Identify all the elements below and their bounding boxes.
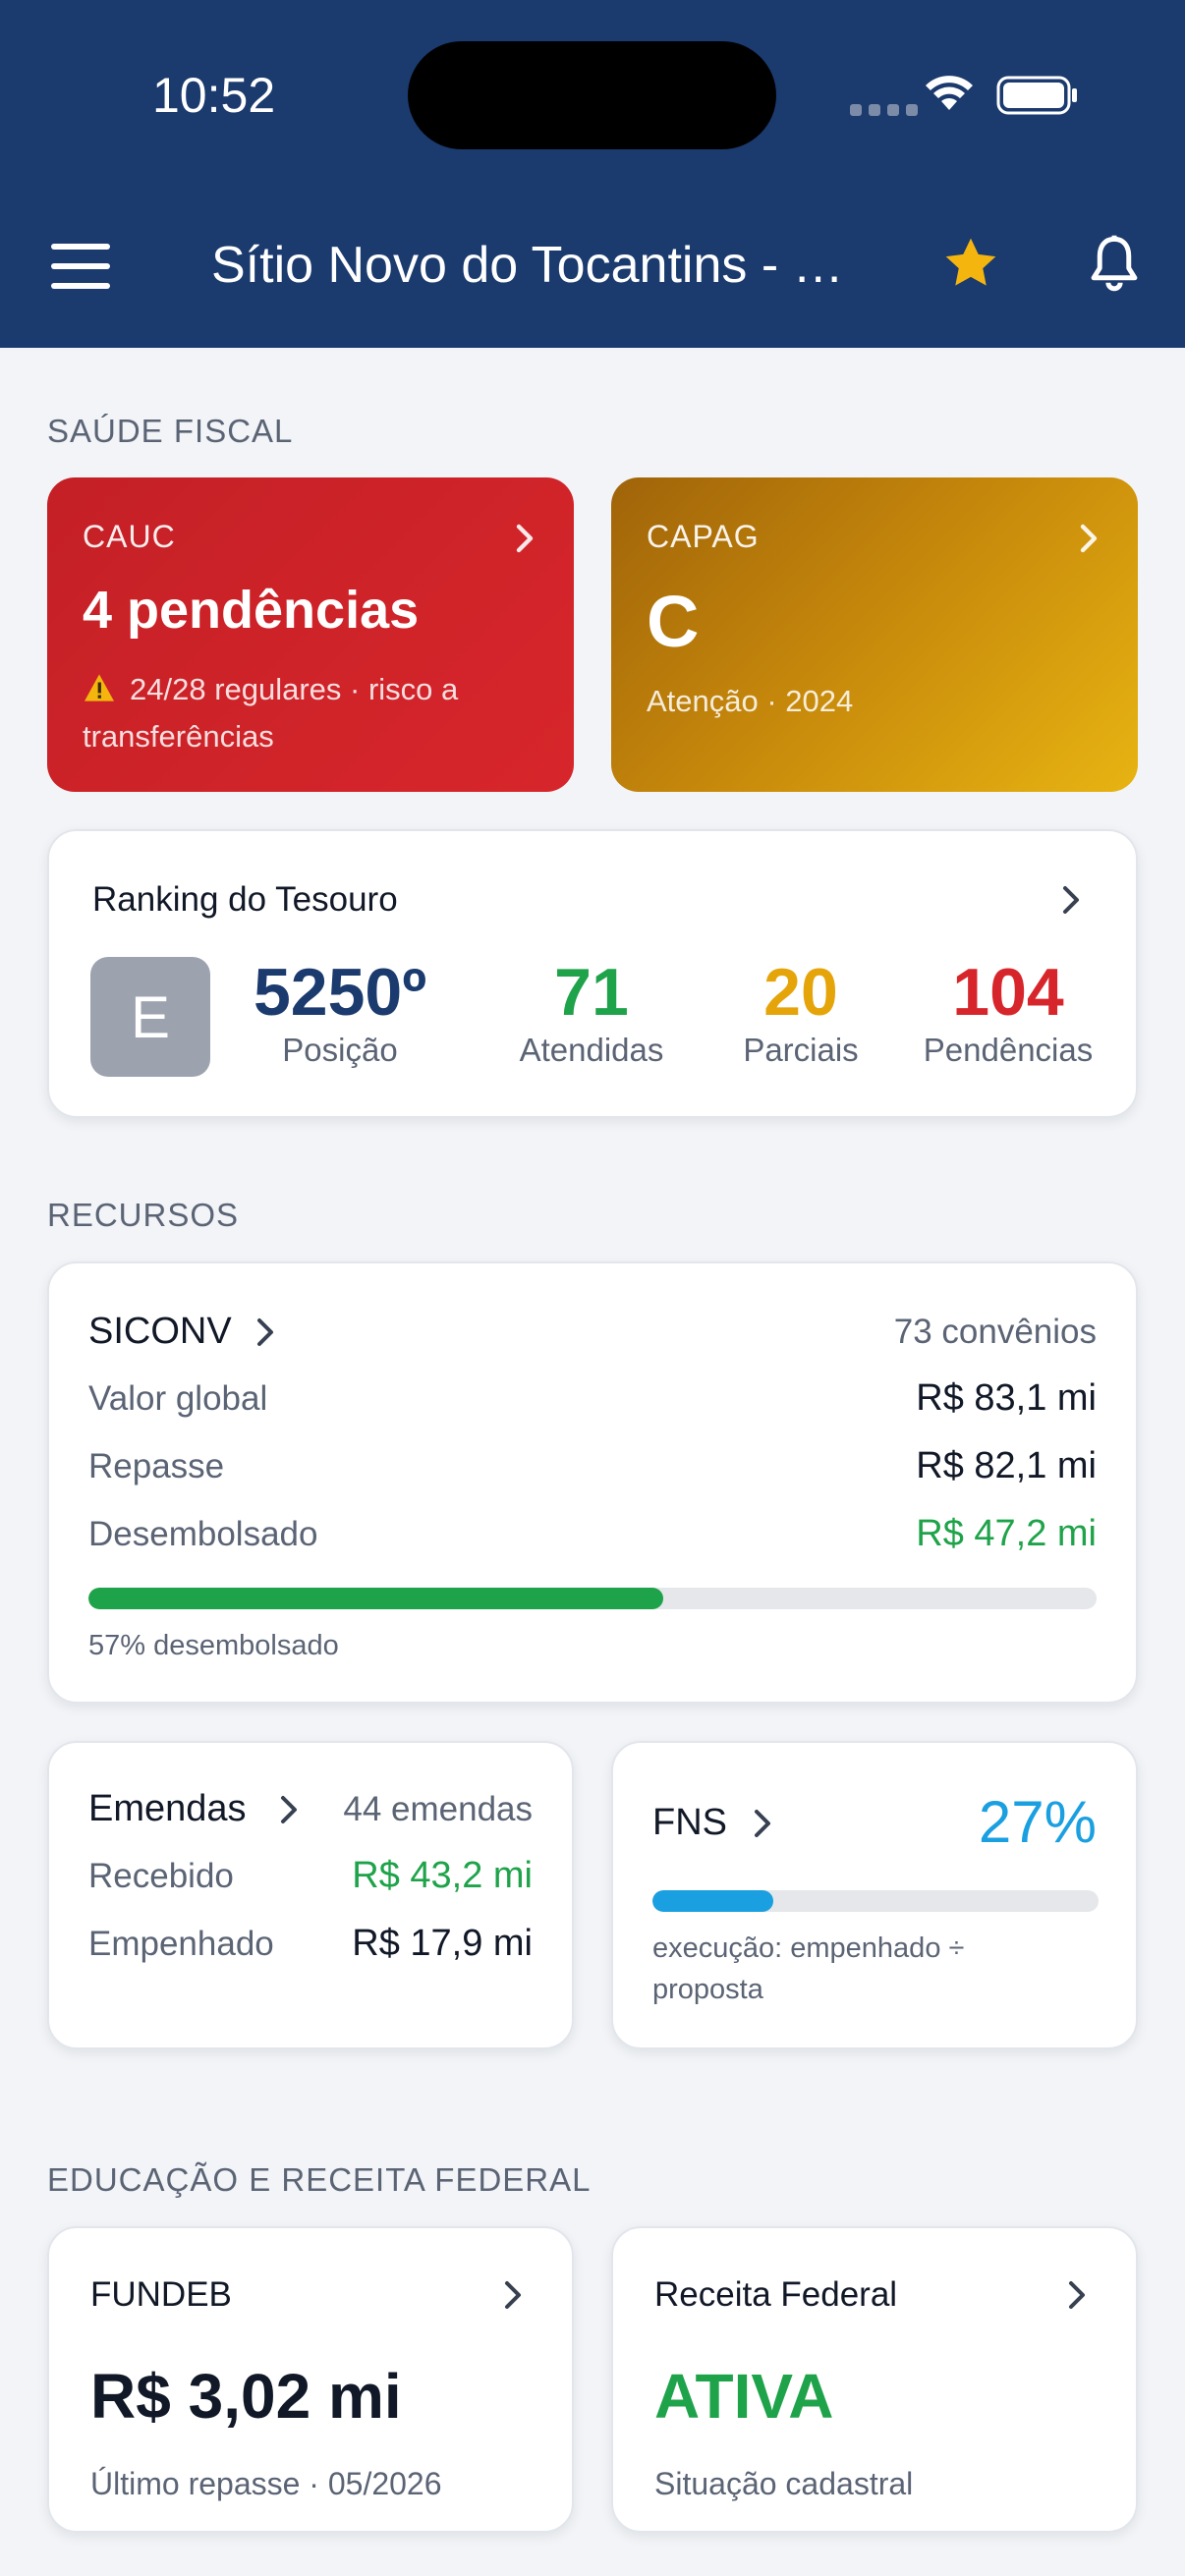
- chevron-right-icon: [1077, 519, 1100, 558]
- posicao-value: 5250º: [253, 955, 427, 1030]
- posicao-label: Posição: [282, 1032, 398, 1068]
- receita-title: Receita Federal: [654, 2275, 898, 2314]
- section-label-saude-fiscal: SAÚDE FISCAL: [47, 413, 294, 449]
- top-app-bar: 10:52 Sítio Novo do Tocantins - MA: [0, 0, 1185, 348]
- cauc-card[interactable]: CAUC 4 pendências 24/28 regulares · risc…: [47, 477, 574, 792]
- ranking-posicao: 5250º Posição: [252, 955, 428, 1069]
- parciais-label: Parciais: [743, 1032, 859, 1068]
- siconv-row-value: R$ 83,1 mi: [916, 1377, 1097, 1419]
- cauc-value: 4 pendências: [83, 581, 420, 640]
- capag-note: Atenção · 2024: [647, 684, 854, 718]
- receita-note: Situação cadastral: [654, 2466, 914, 2501]
- fns-value: 27%: [978, 1789, 1097, 1855]
- emendas-count: 44 emendas: [343, 1790, 533, 1828]
- siconv-row-label: Desembolsado: [88, 1515, 318, 1553]
- siconv-progress-track: [88, 1588, 1097, 1609]
- emendas-row-value: R$ 43,2 mi: [352, 1855, 533, 1896]
- siconv-progress-note: 57% desembolsado: [88, 1630, 339, 1661]
- ranking-pendencias: 104 Pendências: [910, 955, 1106, 1069]
- receita-value: ATIVA: [654, 2361, 834, 2432]
- siconv-row-value: R$ 82,1 mi: [916, 1445, 1097, 1486]
- cauc-note-text: 24/28 regulares · risco a transferências: [83, 672, 459, 754]
- chevron-right-icon: [254, 1313, 277, 1352]
- section-label-recursos: RECURSOS: [47, 1197, 240, 1233]
- wifi-icon: [926, 76, 973, 110]
- fns-progress-track: [652, 1890, 1099, 1912]
- receita-federal-card[interactable]: Receita Federal ATIVA Situação cadastral: [611, 2226, 1138, 2533]
- fns-title: FNS: [652, 1802, 727, 1843]
- chevron-right-icon: [501, 2275, 525, 2315]
- menu-icon[interactable]: [51, 244, 110, 289]
- siconv-title: SICONV: [88, 1311, 232, 1352]
- siconv-card[interactable]: SICONV 73 convênios Valor global R$ 83,1…: [47, 1261, 1138, 1704]
- fundeb-value: R$ 3,02 mi: [90, 2361, 402, 2432]
- fns-progress-fill: [652, 1890, 773, 1912]
- fundeb-card[interactable]: FUNDEB R$ 3,02 mi Último repasse · 05/20…: [47, 2226, 574, 2533]
- siconv-progress-fill: [88, 1588, 663, 1609]
- chevron-right-icon: [277, 1790, 301, 1829]
- atendidas-label: Atendidas: [519, 1032, 664, 1068]
- capag-card[interactable]: CAPAG C Atenção · 2024: [611, 477, 1138, 792]
- favorite-star-icon[interactable]: [939, 232, 1002, 295]
- dynamic-island: [408, 41, 776, 149]
- section-label-educacao: EDUCAÇÃO E RECEITA FEDERAL: [47, 2161, 592, 2198]
- chevron-right-icon: [1059, 880, 1083, 920]
- ranking-grade-badge: E: [90, 957, 210, 1077]
- status-time: 10:52: [152, 68, 276, 123]
- page-title: Sítio Novo do Tocantins - MA: [211, 237, 860, 294]
- siconv-row-label: Valor global: [88, 1379, 268, 1418]
- cauc-note: 24/28 regulares · risco a transferências: [83, 666, 544, 760]
- emendas-card[interactable]: Emendas 44 emendas Recebido R$ 43,2 mi E…: [47, 1741, 574, 2049]
- battery-icon: [996, 76, 1077, 115]
- atendidas-value: 71: [554, 955, 629, 1030]
- capag-value: C: [647, 581, 700, 662]
- ranking-atendidas: 71 Atendidas: [493, 955, 690, 1069]
- emendas-row-label: Recebido: [88, 1857, 234, 1895]
- fundeb-title: FUNDEB: [90, 2275, 232, 2314]
- siconv-row-label: Repasse: [88, 1447, 225, 1485]
- cellular-signal-icon: [850, 104, 918, 116]
- capag-label: CAPAG: [647, 519, 760, 554]
- emendas-title: Emendas: [88, 1788, 247, 1829]
- fundeb-note: Último repasse · 05/2026: [90, 2466, 442, 2501]
- siconv-row-value: R$ 47,2 mi: [916, 1513, 1097, 1554]
- chevron-right-icon: [1065, 2275, 1089, 2315]
- chevron-right-icon: [513, 519, 536, 558]
- ranking-title: Ranking do Tesouro: [92, 880, 398, 919]
- chevron-right-icon: [751, 1804, 774, 1843]
- parciais-value: 20: [763, 955, 838, 1030]
- fns-note: execução: empenhado ÷ proposta: [652, 1932, 965, 2005]
- fns-card[interactable]: FNS 27% execução: empenhado ÷ proposta: [611, 1741, 1138, 2049]
- notifications-bell-icon[interactable]: [1085, 232, 1144, 295]
- pendencias-value: 104: [952, 955, 1064, 1030]
- cauc-label: CAUC: [83, 519, 176, 554]
- warning-icon: [85, 674, 114, 701]
- siconv-count: 73 convênios: [893, 1313, 1097, 1351]
- pendencias-label: Pendências: [923, 1032, 1094, 1068]
- emendas-row-value: R$ 17,9 mi: [352, 1923, 533, 1964]
- ranking-card[interactable]: Ranking do Tesouro E 5250º Posição 71 At…: [47, 829, 1138, 1118]
- emendas-row-label: Empenhado: [88, 1925, 274, 1963]
- ranking-parciais: 20 Parciais: [717, 955, 884, 1069]
